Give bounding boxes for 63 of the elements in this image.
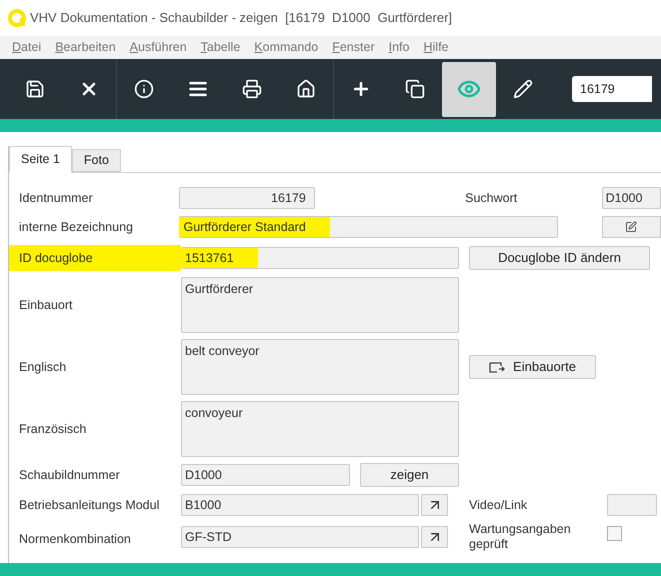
menu-item[interactable]: Tabelle	[200, 38, 240, 57]
field-value: GF-STD	[185, 528, 232, 546]
menu-item[interactable]: Fenster	[332, 38, 375, 57]
field-value: Gurtförderer Standard	[179, 217, 330, 237]
field-value: 16179	[271, 190, 306, 207]
field-label: Englisch	[19, 358, 66, 376]
field-label: ID docuglobe	[19, 250, 93, 267]
tab[interactable]: Foto	[72, 149, 121, 172]
pencil-icon	[513, 79, 533, 99]
window-title: VHV Dokumentation - Schaubilder - zeigen [16179 D1000 Gurtförderer]	[30, 9, 452, 28]
app-logo-icon	[8, 9, 26, 27]
field-label: Schaubildnummer	[19, 466, 120, 484]
window-arrow-icon	[489, 362, 506, 372]
menu-item[interactable]: Info	[388, 38, 410, 57]
tab[interactable]: Seite 1	[9, 146, 72, 173]
search-field[interactable]: 16179	[572, 76, 652, 102]
field-label: Einbauort	[19, 296, 73, 314]
field-label: Französisch	[19, 420, 86, 438]
zeigen-button[interactable]: zeigen	[360, 463, 459, 487]
menu-item[interactable]: Ausführen	[130, 38, 187, 57]
input-field[interactable]	[607, 494, 657, 516]
menu-item[interactable]: Kommando	[254, 38, 318, 57]
field-value: convoyeur	[185, 405, 243, 422]
field-value: D1000	[185, 466, 222, 484]
field-value: Gurtförderer	[185, 281, 254, 298]
plus-icon	[351, 79, 371, 99]
open-link-button[interactable]	[421, 526, 448, 548]
field-value: belt conveyor	[185, 343, 260, 360]
checkbox[interactable]	[607, 526, 622, 541]
edit-icon	[625, 221, 638, 233]
field-label: Suchwort	[465, 190, 518, 207]
input-field[interactable]: D1000	[602, 187, 661, 209]
input-field[interactable]: 1513761	[181, 247, 459, 269]
copy-icon	[405, 79, 425, 99]
open-link-button[interactable]	[421, 494, 448, 516]
field-value: 1513761	[181, 248, 258, 268]
einbauorte-button[interactable]: Einbauorte	[469, 355, 596, 379]
field-label: Video/Link	[469, 496, 528, 514]
input-field[interactable]: GF-STD	[181, 526, 419, 548]
field-label: Normenkombination	[19, 531, 131, 548]
input-field[interactable]: 16179	[179, 187, 315, 209]
input-field[interactable]: D1000	[181, 464, 350, 486]
save-icon	[25, 79, 45, 99]
menu-item[interactable]: Bearbeiten	[55, 38, 116, 57]
text-area[interactable]: convoyeur	[181, 401, 459, 457]
field-label: interne Bezeichnung	[19, 218, 133, 236]
input-field[interactable]: Gurtförderer Standard	[179, 216, 558, 238]
field-label: Wartungsangaben geprüft	[469, 522, 572, 552]
docuglobe-button[interactable]: Docuglobe ID ändern	[469, 246, 650, 270]
input-field[interactable]: B1000	[181, 494, 419, 516]
info-icon	[134, 79, 154, 99]
edit-button[interactable]	[602, 216, 661, 238]
home-icon	[296, 79, 316, 99]
text-area[interactable]: belt conveyor	[181, 339, 459, 395]
text-area[interactable]: Gurtförderer	[181, 277, 459, 333]
printer-icon	[242, 79, 262, 99]
field-value: B1000	[185, 496, 222, 514]
field-label: Betriebsanleitungs Modul	[19, 496, 160, 514]
field-value: D1000	[606, 190, 642, 207]
field-label: Identnummer	[19, 190, 93, 207]
menu-item[interactable]: Datei	[12, 38, 42, 57]
menu-icon	[188, 79, 208, 99]
menu-item[interactable]: Hilfe	[423, 38, 448, 57]
